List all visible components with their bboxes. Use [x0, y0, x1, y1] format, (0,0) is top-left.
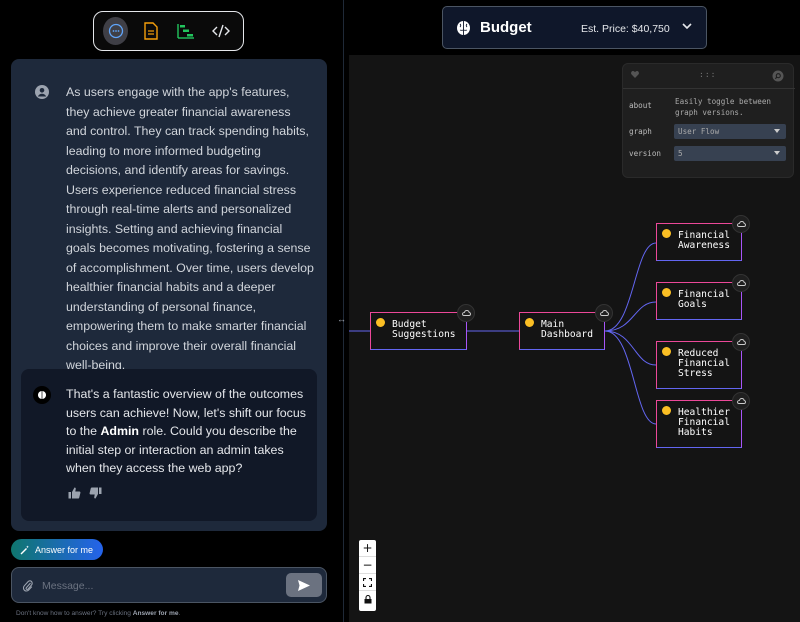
user-message: As users engage with the app's features,…: [11, 59, 327, 372]
zoom-in-button[interactable]: +: [359, 540, 376, 557]
answer-hint: Don't know how to answer? Try clicking A…: [16, 610, 180, 617]
smiley-icon: [525, 318, 534, 327]
node-budget-suggestions[interactable]: Budget Suggestions: [370, 304, 475, 350]
send-icon: [298, 579, 310, 591]
fit-view-icon: [363, 577, 372, 587]
cloud-icon[interactable]: [732, 392, 750, 410]
thumbs-down-icon[interactable]: [89, 487, 102, 499]
hint-bold: Answer for me: [132, 610, 179, 617]
chat-bubble-icon: [108, 23, 123, 39]
node-financial-awareness[interactable]: Financial Awareness: [656, 215, 750, 261]
magic-wand-icon: [20, 545, 29, 554]
message-input[interactable]: [42, 577, 282, 595]
assistant-avatar: [33, 386, 51, 404]
send-button[interactable]: [286, 573, 322, 597]
chat-panel: As users engage with the app's features,…: [0, 0, 338, 622]
edge-dashboard-to-awareness: [604, 242, 657, 332]
timeline-view-button[interactable]: [174, 17, 199, 45]
document-icon: [144, 22, 158, 40]
smiley-icon: [662, 229, 671, 238]
node-label: Healthier Financial Habits: [678, 407, 730, 438]
zoom-controls: + −: [359, 540, 376, 611]
divider-line: [343, 0, 344, 622]
node-label: Financial Goals: [678, 289, 730, 310]
edge-dashboard-to-goals: [604, 301, 657, 332]
node-label: Financial Awareness: [678, 230, 730, 251]
chat-messages[interactable]: As users engage with the app's features,…: [11, 59, 327, 531]
node-financial-goals[interactable]: Financial Goals: [656, 274, 750, 320]
brain-icon: [38, 391, 46, 399]
smiley-icon: [376, 318, 385, 327]
smiley-icon: [662, 406, 671, 415]
hint-suffix: .: [178, 610, 181, 617]
thumbs-up-icon[interactable]: [68, 487, 81, 499]
node-label: Reduced Financial Stress: [678, 348, 730, 379]
cloud-icon[interactable]: [732, 333, 750, 351]
resize-handle-icon[interactable]: ↔: [337, 314, 346, 324]
graph-panel: Budget Est. Price: $40,750 ::: about Eas…: [349, 0, 800, 622]
gantt-icon: [177, 24, 195, 39]
assistant-text-bold: Admin: [100, 424, 139, 438]
smiley-icon: [662, 288, 671, 297]
node-reduced-financial-stress[interactable]: Reduced Financial Stress: [656, 333, 750, 389]
code-view-button[interactable]: [209, 17, 234, 45]
cloud-icon[interactable]: [457, 304, 475, 322]
user-message-text: As users engage with the app's features,…: [66, 85, 314, 372]
cloud-icon[interactable]: [595, 304, 613, 322]
smiley-icon: [662, 347, 671, 356]
message-composer: [11, 567, 327, 603]
assistant-message: That's a fantastic overview of the outco…: [21, 369, 317, 521]
code-icon: [212, 24, 231, 38]
lock-icon: [364, 595, 371, 604]
answer-for-me-label: Answer for me: [35, 544, 94, 555]
feedback-buttons: [68, 487, 102, 499]
document-view-button[interactable]: [138, 17, 163, 45]
assistant-message-text: That's a fantastic overview of the outco…: [66, 385, 306, 478]
node-main-dashboard[interactable]: Main Dashboard: [519, 304, 613, 350]
zoom-out-button[interactable]: −: [359, 557, 376, 574]
node-label: Budget Suggestions: [392, 319, 456, 340]
user-avatar-icon: [35, 85, 49, 99]
node-healthier-financial-habits[interactable]: Healthier Financial Habits: [656, 392, 750, 448]
chat-view-button[interactable]: [103, 17, 129, 45]
cloud-icon[interactable]: [732, 215, 750, 233]
fit-view-button[interactable]: [359, 574, 376, 591]
lock-button[interactable]: [359, 591, 376, 608]
paperclip-icon[interactable]: [23, 579, 33, 592]
answer-for-me-button[interactable]: Answer for me: [11, 539, 103, 560]
hint-text: Don't know how to answer? Try clicking: [16, 610, 133, 617]
node-label: Main Dashboard: [541, 319, 593, 340]
cloud-icon[interactable]: [732, 274, 750, 292]
view-toolbar: [93, 11, 244, 51]
edge-dashboard-to-stress: [604, 330, 657, 366]
